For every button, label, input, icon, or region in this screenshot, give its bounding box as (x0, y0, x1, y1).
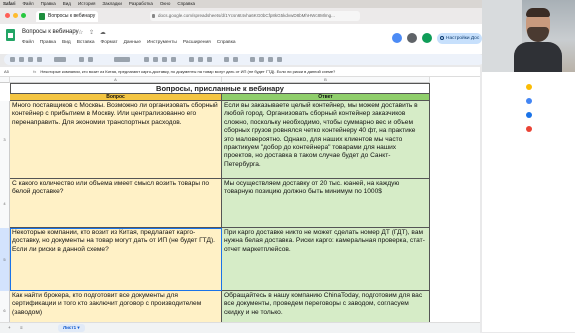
browser-tab[interactable]: Вопросы к вебинару (36, 11, 98, 22)
menu-tools[interactable]: Инструменты (147, 40, 177, 45)
fill-color-icon[interactable] (189, 57, 194, 62)
menubar-window[interactable]: Окно (160, 0, 170, 8)
currency-icon[interactable] (79, 57, 84, 62)
menu-file[interactable]: Файл (22, 40, 34, 45)
corner-header[interactable] (0, 77, 10, 83)
address-bar-url: docs.google.com/spreadsheets/d/1Ycsn6t4v… (158, 13, 335, 18)
sheets-menu: Файл Правка Вид Вставка Формат Данные Ин… (22, 40, 236, 45)
meet-icon[interactable] (422, 33, 432, 43)
menubar-develop[interactable]: Разработка (129, 0, 153, 8)
history-icon[interactable] (392, 33, 402, 43)
browser-tab-title: Вопросы к вебинару (48, 13, 96, 19)
wrap-icon[interactable] (233, 57, 238, 62)
zoom-window-icon[interactable] (21, 13, 26, 18)
formula-content[interactable]: Некоторые компании, кто возит из Китая, … (40, 69, 335, 74)
spreadsheet-grid[interactable]: A B Вопросы, присланные к вебинару Вопро… (0, 77, 480, 322)
sheet-tab-1[interactable]: Лист1 ▾ (58, 324, 85, 332)
menu-help[interactable]: Справка (217, 40, 236, 45)
functions-icon[interactable] (277, 57, 282, 62)
contacts-icon[interactable] (526, 112, 532, 118)
lock-icon (152, 14, 155, 18)
cell-reference[interactable]: A5 (0, 67, 32, 76)
menubar-view[interactable]: Вид (63, 0, 71, 8)
undo-icon[interactable] (10, 57, 15, 62)
font-select[interactable] (114, 57, 130, 62)
side-panel (482, 54, 575, 332)
tasks-icon[interactable] (526, 98, 532, 104)
menu-format[interactable]: Формат (101, 40, 118, 45)
sheets-favicon-icon (39, 13, 45, 20)
menu-extensions[interactable]: Расширения (183, 40, 211, 45)
menubar-help[interactable]: Справка (177, 0, 195, 8)
document-title[interactable]: Вопросы к вебинару (22, 29, 79, 35)
comment-icon[interactable] (259, 57, 264, 62)
menubar-history[interactable]: История (78, 0, 95, 8)
close-window-icon[interactable] (5, 13, 10, 18)
percent-icon[interactable] (88, 57, 93, 62)
menu-edit[interactable]: Правка (40, 40, 56, 45)
menu-view[interactable]: Вид (62, 40, 71, 45)
print-icon[interactable] (28, 57, 33, 62)
presenter-hair (526, 8, 550, 17)
menubar-bookmarks[interactable]: Закладки (102, 0, 121, 8)
answer-cell[interactable]: Обращайтесь в нашу компанию ChinaToday, … (222, 291, 430, 322)
maps-icon[interactable] (526, 126, 532, 132)
row-header[interactable]: 4 (0, 179, 10, 228)
star-icon[interactable]: ☆ ⇪ ☁ (78, 29, 108, 36)
text-color-icon[interactable] (171, 57, 176, 62)
menubar-edit[interactable]: Правка (41, 0, 56, 8)
menu-insert[interactable]: Вставка (77, 40, 95, 45)
link-icon[interactable] (250, 57, 255, 62)
align-icon[interactable] (224, 57, 229, 62)
webcam-overlay (482, 0, 575, 72)
header-answer-cell[interactable]: Ответ (222, 94, 430, 101)
presenter-body (514, 42, 562, 72)
sheets-logo-icon[interactable] (6, 29, 15, 41)
borders-icon[interactable] (198, 57, 203, 62)
settings-button-label: Настройки Дос (446, 36, 480, 41)
question-cell-selected[interactable]: Некоторые компании, кто возит из Китая, … (10, 228, 222, 291)
italic-icon[interactable] (153, 57, 158, 62)
answer-cell[interactable]: При карго доставке никто не может сделат… (222, 228, 430, 291)
question-cell[interactable]: Много поставщиков с Москвы. Возможно ли … (10, 101, 222, 179)
comments-icon[interactable] (407, 33, 417, 43)
row-header[interactable]: 3 (0, 101, 10, 179)
presenter-beard (527, 27, 549, 42)
formula-bar[interactable]: A5 fx Некоторые компании, кто возит из К… (0, 67, 480, 77)
sheets-toolbar (4, 54, 484, 65)
paint-format-icon[interactable] (37, 57, 42, 62)
globe-icon (440, 36, 444, 40)
strikethrough-icon[interactable] (162, 57, 167, 62)
row-header[interactable]: 5 (0, 228, 10, 291)
row-header[interactable]: 6 (0, 291, 10, 322)
menu-data[interactable]: Данные (124, 40, 141, 45)
menubar-app[interactable]: Safari (3, 0, 16, 8)
window-controls (5, 13, 26, 18)
question-cell[interactable]: Как найти брокера, кто подготовит все до… (10, 291, 222, 322)
header-question-cell[interactable]: Вопрос (10, 94, 222, 101)
address-bar[interactable]: docs.google.com/spreadsheets/d/1Ycsn6t4v… (150, 11, 360, 21)
redo-icon[interactable] (19, 57, 24, 62)
answer-cell[interactable]: Если вы заказываете целый контейнер, мы … (222, 101, 430, 179)
merge-icon[interactable] (207, 57, 212, 62)
question-cell[interactable]: С какого количество или объема имеет смы… (10, 179, 222, 228)
filter-icon[interactable] (268, 57, 273, 62)
bold-icon[interactable] (144, 57, 149, 62)
menubar-file[interactable]: Файл (23, 0, 34, 8)
fx-icon: fx (33, 69, 37, 74)
minimize-window-icon[interactable] (13, 13, 18, 18)
sheet-title-cell[interactable]: Вопросы, присланные к вебинару (10, 83, 430, 94)
keep-icon[interactable] (526, 84, 532, 90)
sheet-tabs-bar: + ≡ Лист1 ▾ (0, 322, 480, 333)
settings-button[interactable]: Настройки Дос (437, 33, 482, 44)
zoom-select[interactable] (54, 57, 66, 62)
answer-cell[interactable]: Мы осуществляем доставку от 20 тыс. юане… (222, 179, 430, 228)
